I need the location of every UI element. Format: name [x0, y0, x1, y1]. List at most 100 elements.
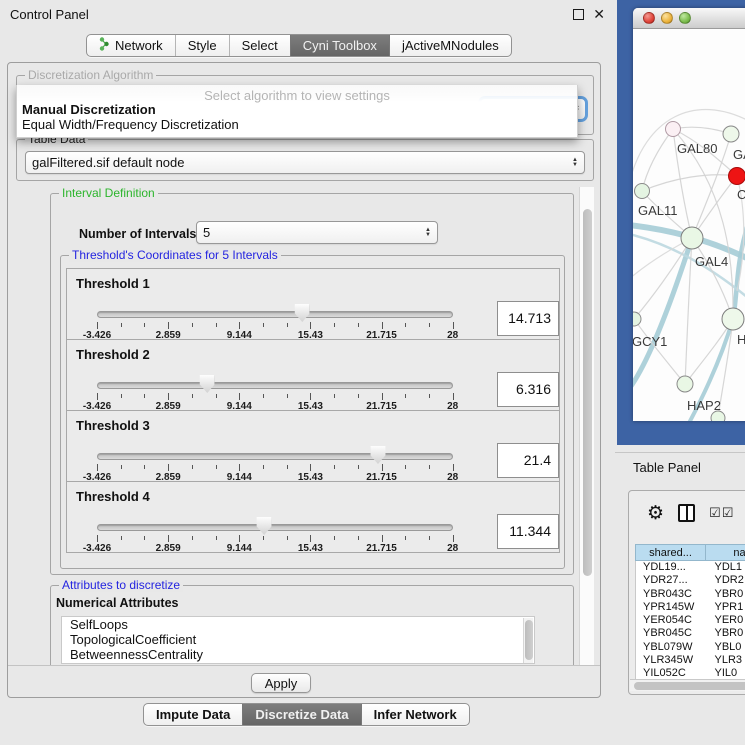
attributes-scrollbar-thumb[interactable] — [525, 620, 533, 660]
threshold-slider[interactable]: -3.4262.8599.14415.4321.71528 — [97, 441, 453, 479]
control-panel: Control Panel ✕ Network Style Select Cyn… — [0, 0, 615, 745]
apply-button[interactable]: Apply — [251, 673, 311, 693]
tick-mark — [192, 323, 193, 327]
threshold-slider[interactable]: -3.4262.8599.14415.4321.71528 — [97, 370, 453, 408]
threshold-value-field[interactable]: 21.4 — [497, 443, 559, 478]
cell-name[interactable]: YDR2 — [706, 574, 745, 587]
network-node[interactable] — [722, 308, 744, 330]
network-edge[interactable] — [633, 238, 692, 389]
slider-track[interactable] — [97, 311, 453, 318]
slider-track[interactable] — [97, 382, 453, 389]
network-node[interactable] — [723, 126, 739, 142]
slider-thumb[interactable] — [370, 446, 385, 464]
network-edge[interactable] — [685, 319, 733, 384]
cell-name[interactable]: YPR1 — [706, 601, 745, 614]
network-canvas[interactable]: GAL80GACGAL11GAL4GCY1HHAP2 — [633, 29, 745, 421]
network-node[interactable] — [633, 312, 641, 326]
cell-name[interactable]: YBR0 — [706, 627, 745, 640]
network-edge[interactable] — [673, 129, 733, 319]
settings-scrollbar[interactable] — [579, 187, 594, 665]
cell-name[interactable]: YDL1 — [706, 561, 745, 574]
settings-scrollbar-thumb[interactable] — [583, 209, 592, 576]
dropdown-item-equal-width-frequency[interactable]: Equal Width/Frequency Discretization — [17, 117, 577, 132]
cell-shared-name[interactable]: YBL079W — [636, 641, 706, 654]
network-edge[interactable] — [634, 238, 692, 319]
slider-track[interactable] — [97, 524, 453, 531]
network-node[interactable] — [681, 227, 703, 249]
tab-jactivemnodules[interactable]: jActiveMNodules — [389, 35, 511, 56]
attribute-list-item[interactable]: TopologicalCoefficient — [62, 632, 534, 647]
threshold-value-field[interactable]: 6.316 — [497, 372, 559, 407]
tick-mark — [239, 322, 240, 329]
table-row[interactable]: YBR045C YBR0 — [636, 627, 745, 640]
table-row[interactable]: YBR043C YBR0 — [636, 588, 745, 601]
dropdown-item-manual-discretization[interactable]: Manual Discretization — [17, 102, 577, 117]
cell-shared-name[interactable]: YER054C — [636, 614, 706, 627]
split-columns-icon[interactable] — [678, 504, 695, 522]
table-data-combobox[interactable]: galFiltered.sif default node ▲▼ — [25, 151, 585, 174]
network-window-titlebar[interactable] — [633, 8, 745, 29]
network-node[interactable] — [677, 376, 693, 392]
slider-thumb[interactable] — [257, 517, 272, 535]
network-node[interactable] — [635, 184, 650, 199]
window-minimize-icon[interactable] — [661, 12, 673, 24]
table-horizontal-scrollbar[interactable] — [630, 679, 745, 691]
tab-style[interactable]: Style — [175, 35, 229, 56]
tick-label: 28 — [447, 543, 458, 554]
table-header-row: shared... na — [635, 544, 745, 561]
window-close-icon[interactable] — [643, 12, 655, 24]
table-row[interactable]: YPR145W YPR1 — [636, 601, 745, 614]
slider-track[interactable] — [97, 453, 453, 460]
table-row[interactable]: YDL19... YDL1 — [636, 561, 745, 574]
tick-mark — [334, 465, 335, 469]
table-row[interactable]: YER054C YER0 — [636, 614, 745, 627]
cell-name[interactable]: YBL0 — [706, 641, 745, 654]
column-header-name[interactable]: na — [706, 544, 745, 561]
float-panel-icon[interactable] — [573, 9, 584, 20]
gear-icon[interactable]: ⚙ — [647, 504, 664, 523]
tick-mark — [97, 322, 98, 329]
slider-thumb[interactable] — [200, 375, 215, 393]
network-edge[interactable] — [642, 175, 737, 191]
cell-shared-name[interactable]: YBR043C — [636, 588, 706, 601]
network-node[interactable] — [666, 122, 681, 137]
tab-impute-data[interactable]: Impute Data — [144, 704, 242, 725]
column-header-shared-name[interactable]: shared... — [635, 544, 706, 561]
tick-mark — [310, 464, 311, 471]
cell-shared-name[interactable]: YDL19... — [636, 561, 706, 574]
table-hscrollbar-thumb[interactable] — [634, 682, 745, 690]
tab-select[interactable]: Select — [229, 35, 290, 56]
tab-network[interactable]: Network — [87, 35, 175, 56]
table-row[interactable]: YBL079W YBL0 — [636, 641, 745, 654]
tab-discretize-data[interactable]: Discretize Data — [242, 704, 360, 725]
close-panel-icon[interactable]: ✕ — [593, 9, 605, 20]
window-zoom-icon[interactable] — [679, 12, 691, 24]
cell-shared-name[interactable]: YBR045C — [636, 627, 706, 640]
checked-box-icons[interactable]: ☑☑ — [709, 505, 734, 521]
cell-name[interactable]: YLR3 — [706, 654, 745, 667]
cell-name[interactable]: YER0 — [706, 614, 745, 627]
threshold-value-field[interactable]: 11.344 — [497, 514, 559, 549]
network-node[interactable] — [729, 168, 745, 185]
cell-name[interactable]: YBR0 — [706, 588, 745, 601]
attribute-list-item[interactable]: BetweennessCentrality — [62, 647, 534, 662]
cell-shared-name[interactable]: YPR145W — [636, 601, 706, 614]
table-row[interactable]: YLR345W YLR3 — [636, 654, 745, 667]
threshold-value-field[interactable]: 14.713 — [497, 301, 559, 336]
numerical-attributes-list[interactable]: SelfLoopsTopologicalCoefficientBetweenne… — [61, 616, 535, 664]
cyni-footer: Apply — [8, 665, 600, 698]
threshold-slider[interactable]: -3.4262.8599.14415.4321.71528 — [97, 512, 453, 550]
tab-infer-network[interactable]: Infer Network — [361, 704, 469, 725]
tick-mark — [216, 465, 217, 469]
cell-shared-name[interactable]: YDR27... — [636, 574, 706, 587]
attribute-list-item[interactable]: SelfLoops — [62, 617, 534, 632]
attributes-list-scrollbar[interactable] — [523, 618, 533, 664]
tab-cyni-toolbox[interactable]: Cyni Toolbox — [290, 35, 389, 56]
slider-thumb[interactable] — [295, 304, 310, 322]
cell-shared-name[interactable]: YLR345W — [636, 654, 706, 667]
node-table: shared... na YDL19... YDL1 YDR27... YDR2… — [635, 544, 745, 681]
threshold-slider[interactable]: -3.4262.8599.14415.4321.71528 — [97, 299, 453, 337]
number-of-intervals-combobox[interactable]: 5 ▲▼ — [196, 221, 438, 244]
table-row[interactable]: YDR27... YDR2 — [636, 574, 745, 587]
threshold-panel: Threshold 2 -3.4262.8599.14415.4321.7152… — [66, 339, 560, 411]
